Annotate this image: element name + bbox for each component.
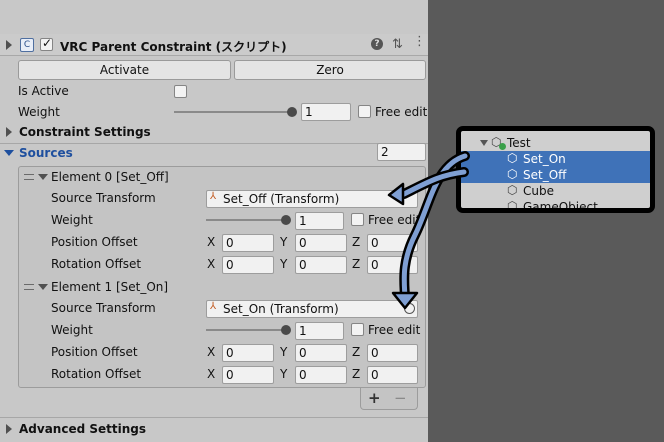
drag-annotation-overlay (387, 151, 470, 310)
arrowhead-to-set-on (391, 291, 419, 310)
arrowhead-to-set-off (387, 182, 405, 206)
